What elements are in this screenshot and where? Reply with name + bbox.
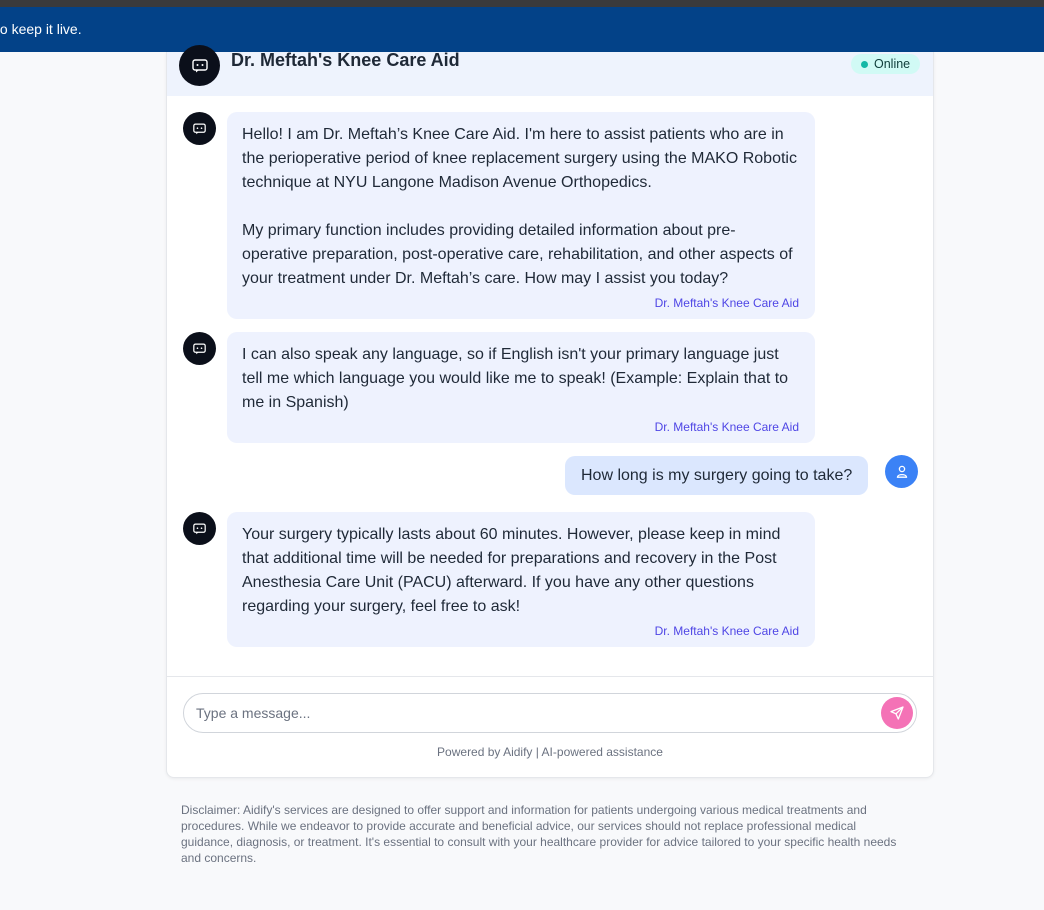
status-badge: Online <box>851 54 921 74</box>
bot-message: I can also speak any language, so if Eng… <box>227 332 815 443</box>
send-button[interactable] <box>881 697 913 729</box>
message-text: Your surgery typically lasts about 60 mi… <box>242 526 781 615</box>
chat-bot-icon <box>179 45 220 86</box>
notice-banner: to keep it live. <box>0 7 1044 52</box>
message-input[interactable] <box>196 694 876 732</box>
bot-avatar-icon <box>183 512 216 545</box>
status-text: Online <box>874 57 911 71</box>
bot-message: Your surgery typically lasts about 60 mi… <box>227 512 815 647</box>
send-icon <box>890 706 904 720</box>
composer-divider <box>167 676 933 677</box>
message-sender: Dr. Meftah's Knee Care Aid <box>654 624 799 638</box>
user-avatar-icon <box>885 455 918 488</box>
bot-message: Hello! I am Dr. Meftah’s Knee Care Aid. … <box>227 112 815 319</box>
powered-by-text: Powered by Aidify | AI-powered assistanc… <box>437 745 663 759</box>
message-text: How long is my surgery going to take? <box>581 467 853 484</box>
disclaimer-text: Disclaimer: Aidify's services are design… <box>181 803 897 865</box>
message-text: I can also speak any language, so if Eng… <box>242 346 789 411</box>
online-dot-icon <box>861 60 868 68</box>
message-sender: Dr. Meftah's Knee Care Aid <box>654 420 799 434</box>
chat-window: Dr. Meftah's Knee Care Aid Online Hello!… <box>166 45 934 778</box>
bot-avatar-icon <box>183 112 216 145</box>
chat-header: Dr. Meftah's Knee Care Aid Online <box>167 45 933 96</box>
chat-title: Dr. Meftah's Knee Care Aid <box>231 50 460 70</box>
bot-avatar-icon <box>183 332 216 365</box>
message-text: Hello! I am Dr. Meftah’s Knee Care Aid. … <box>242 126 797 287</box>
browser-top-strip <box>0 0 1044 7</box>
message-sender: Dr. Meftah's Knee Care Aid <box>654 296 799 310</box>
user-message: How long is my surgery going to take? <box>565 456 869 495</box>
notice-banner-text: to keep it live. <box>0 21 82 37</box>
composer <box>183 693 917 733</box>
